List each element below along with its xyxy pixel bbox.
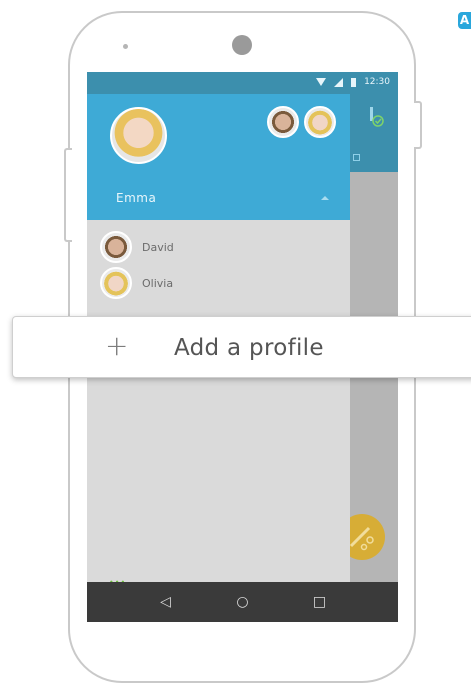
avatar bbox=[100, 267, 132, 299]
system-nav-bar: ◁ ○ □ bbox=[87, 582, 398, 622]
add-profile-label: Add a profile bbox=[174, 335, 324, 361]
plus-icon: + bbox=[105, 329, 129, 362]
drawer-header: Emma bbox=[87, 94, 350, 220]
header-avatar-david[interactable] bbox=[267, 106, 299, 138]
home-icon[interactable]: ○ bbox=[233, 594, 253, 610]
front-camera bbox=[232, 35, 252, 55]
app-small-icon bbox=[353, 154, 360, 161]
profile-label: David bbox=[142, 240, 174, 254]
status-bar: 12:30 bbox=[87, 72, 398, 94]
recents-icon[interactable]: □ bbox=[310, 594, 330, 610]
profile-item-david[interactable]: David bbox=[100, 231, 174, 263]
volume-button bbox=[64, 148, 72, 242]
speaker bbox=[123, 44, 128, 49]
status-icons: 12:30 bbox=[316, 77, 390, 87]
add-profile-button[interactable]: + Add a profile bbox=[12, 316, 471, 378]
back-icon[interactable]: ◁ bbox=[156, 594, 176, 610]
corner-badge: A bbox=[458, 12, 471, 29]
wifi-icon bbox=[316, 78, 327, 86]
header-avatar-olivia[interactable] bbox=[304, 106, 336, 138]
profile-label: Olivia bbox=[142, 276, 174, 290]
toothbrush-icon bbox=[370, 107, 384, 127]
avatar bbox=[100, 231, 132, 263]
active-profile-name[interactable]: Emma bbox=[116, 191, 156, 205]
power-button bbox=[414, 101, 422, 149]
active-profile-avatar[interactable] bbox=[110, 107, 167, 164]
profile-item-olivia[interactable]: Olivia bbox=[100, 267, 173, 299]
caret-up-icon[interactable] bbox=[321, 196, 329, 200]
battery-icon bbox=[351, 77, 357, 87]
signal-icon bbox=[334, 77, 344, 87]
status-time: 12:30 bbox=[364, 77, 390, 87]
